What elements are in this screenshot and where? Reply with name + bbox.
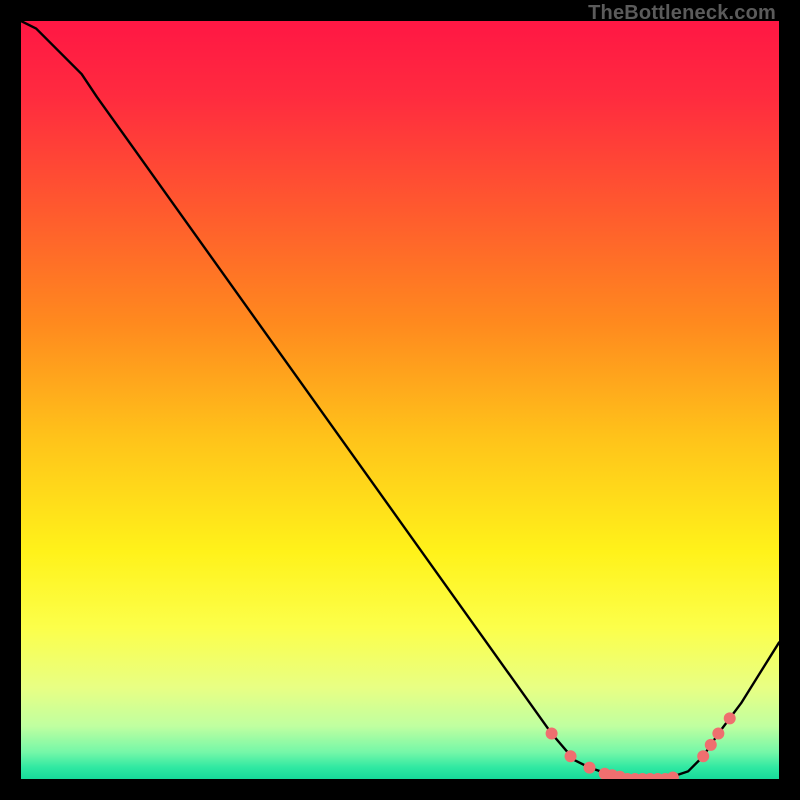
bottleneck-chart [21, 21, 779, 779]
chart-frame [21, 21, 779, 779]
marker-dot [697, 750, 709, 762]
marker-dot [705, 739, 717, 751]
marker-dot [712, 728, 724, 740]
marker-dot [546, 728, 558, 740]
gradient-background [21, 21, 779, 779]
marker-dot [565, 750, 577, 762]
marker-dot [724, 712, 736, 724]
marker-dot [584, 762, 596, 774]
